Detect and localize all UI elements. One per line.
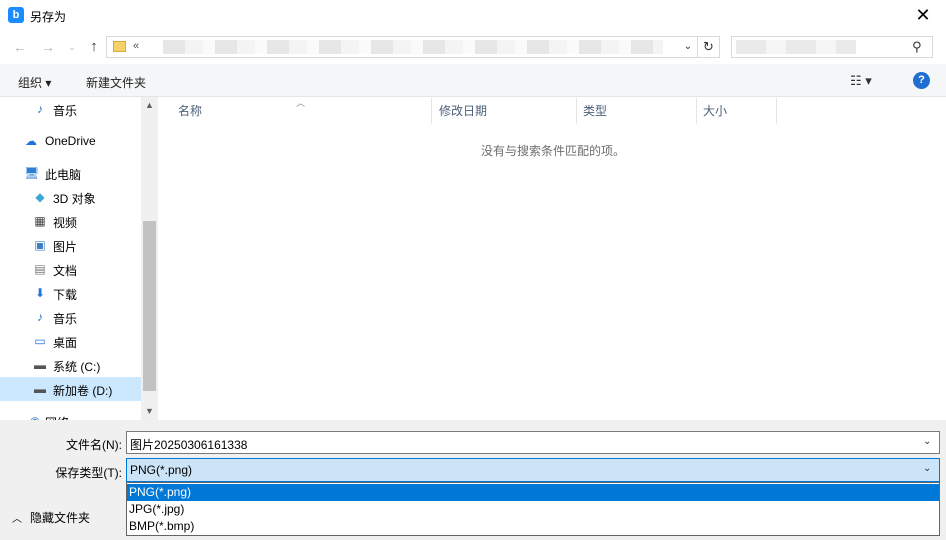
scroll-up-icon[interactable]: ▲ (141, 97, 158, 114)
chevron-up-icon: ︿ (12, 514, 22, 525)
nav-item-3d-objects[interactable]: ◆ 3D 对象 (0, 185, 141, 209)
search-input[interactable]: ⚲ (731, 36, 933, 58)
music-icon: ♪ (37, 102, 43, 116)
empty-list-message: 没有与搜索条件匹配的项。 (481, 144, 626, 158)
document-icon: ▤ (34, 262, 46, 276)
scroll-down-icon[interactable]: ▼ (141, 403, 158, 420)
filename-value: 图片20250306161338 (130, 438, 248, 452)
hide-folders-button[interactable]: ︿ 隐藏文件夹 (12, 509, 90, 526)
film-icon: ▦ (34, 214, 46, 228)
nav-item-this-pc[interactable]: 🖥 此电脑 (0, 161, 141, 185)
filetype-select[interactable]: PNG(*.png) ⌄ (126, 458, 940, 482)
nav-scrollbar[interactable]: ▲ ▼ (141, 97, 158, 420)
column-header-name[interactable]: 名称 (162, 98, 432, 124)
nav-item-label: 音乐 (53, 312, 78, 326)
hide-folders-label: 隐藏文件夹 (30, 511, 91, 525)
chevron-down-icon[interactable]: ⌄ (681, 39, 695, 55)
picture-icon: ▣ (34, 238, 46, 252)
nav-item-label: 文档 (53, 264, 78, 278)
nav-item-desktop[interactable]: ▭ 桌面 (0, 329, 141, 353)
close-button[interactable]: ✕ (900, 0, 946, 31)
forward-icon[interactable]: → (38, 37, 58, 57)
nav-item-label: 音乐 (53, 104, 78, 118)
nav-item-music-quick[interactable]: ♪ 音乐 (0, 97, 141, 121)
nav-item-label: 此电脑 (45, 168, 82, 182)
app-icon: b (8, 7, 24, 23)
window-title: 另存为 (30, 10, 67, 24)
back-icon[interactable]: ← (10, 37, 30, 57)
nav-item-label: 新加卷 (D:) (53, 384, 113, 398)
nav-item-pictures[interactable]: ▣ 图片 (0, 233, 141, 257)
cube-icon: ◆ (35, 190, 45, 204)
filename-label: 文件名(N): (66, 438, 122, 452)
recent-locations-icon[interactable]: ⌄ (62, 37, 82, 57)
organize-button[interactable]: 组织 ▾ (18, 74, 51, 91)
nav-item-music[interactable]: ♪ 音乐 (0, 305, 141, 329)
filetype-value: PNG(*.png) (130, 463, 193, 477)
download-icon: ⬇ (34, 286, 46, 300)
search-icon[interactable]: ⚲ (912, 39, 922, 55)
computer-icon: 🖥 (24, 166, 40, 180)
chevron-down-icon[interactable]: ⌄ (923, 463, 931, 474)
nav-item-onedrive[interactable]: ☁ OneDrive (0, 129, 141, 153)
view-options-icon[interactable]: ☷ ▾ (850, 73, 872, 89)
drive-icon: ▬ (34, 382, 46, 396)
scroll-thumb[interactable] (143, 221, 156, 391)
nav-item-label: 3D 对象 (53, 192, 96, 206)
title-bar: b 另存为 ✕ (0, 0, 946, 31)
chevron-down-icon[interactable]: ⌄ (923, 436, 931, 447)
help-icon[interactable]: ? (913, 72, 930, 89)
nav-item-documents[interactable]: ▤ 文档 (0, 257, 141, 281)
nav-item-label: OneDrive (45, 134, 96, 148)
address-path-redacted (163, 40, 663, 54)
nav-item-drive-d[interactable]: ▬ 新加卷 (D:) (0, 377, 141, 401)
filetype-dropdown-list: PNG(*.png) JPG(*.jpg) BMP(*.bmp) (126, 482, 940, 536)
column-header-type[interactable]: 类型 (577, 98, 697, 124)
cloud-icon: ☁ (25, 134, 37, 148)
address-bar[interactable]: « ⌄ (106, 36, 698, 58)
nav-item-label: 系统 (C:) (53, 360, 101, 374)
nav-item-label: 下载 (53, 288, 78, 302)
navigation-pane: ♪ 音乐 ☁ OneDrive 🖥 此电脑 ◆ 3D 对象 ▦ 视频 ▣ 图片 … (0, 97, 158, 420)
nav-item-label: 桌面 (53, 336, 78, 350)
nav-item-downloads[interactable]: ⬇ 下载 (0, 281, 141, 305)
address-overflow-chevron[interactable]: « (133, 40, 139, 52)
column-header-size[interactable]: 大小 (697, 98, 777, 124)
music-icon: ♪ (37, 310, 43, 324)
file-list-header: 名称 修改日期 类型 大小 (162, 98, 782, 124)
command-bar: 组织 ▾ 新建文件夹 ☷ ▾ ? (0, 64, 946, 97)
nav-item-label: 图片 (53, 240, 78, 254)
nav-item-label: 视频 (53, 216, 78, 230)
filetype-option-jpg[interactable]: JPG(*.jpg) (127, 501, 939, 518)
nav-item-network[interactable]: ◉ 网络 (0, 409, 141, 420)
folder-icon (113, 41, 126, 52)
filetype-label: 保存类型(T): (55, 466, 122, 480)
new-folder-button[interactable]: 新建文件夹 (86, 74, 146, 91)
column-header-modified[interactable]: 修改日期 (432, 98, 577, 124)
filetype-option-png[interactable]: PNG(*.png) (127, 484, 939, 501)
search-text-redacted (736, 40, 856, 54)
up-folder-icon[interactable]: ↑ (84, 37, 104, 57)
nav-item-videos[interactable]: ▦ 视频 (0, 209, 141, 233)
filename-input[interactable]: 图片20250306161338 ⌄ (126, 431, 940, 454)
desktop-icon: ▭ (34, 334, 46, 348)
filetype-option-bmp[interactable]: BMP(*.bmp) (127, 518, 939, 535)
nav-item-drive-c[interactable]: ▬ 系统 (C:) (0, 353, 141, 377)
drive-icon: ▬ (34, 358, 46, 372)
refresh-icon[interactable]: ↻ (698, 36, 720, 58)
